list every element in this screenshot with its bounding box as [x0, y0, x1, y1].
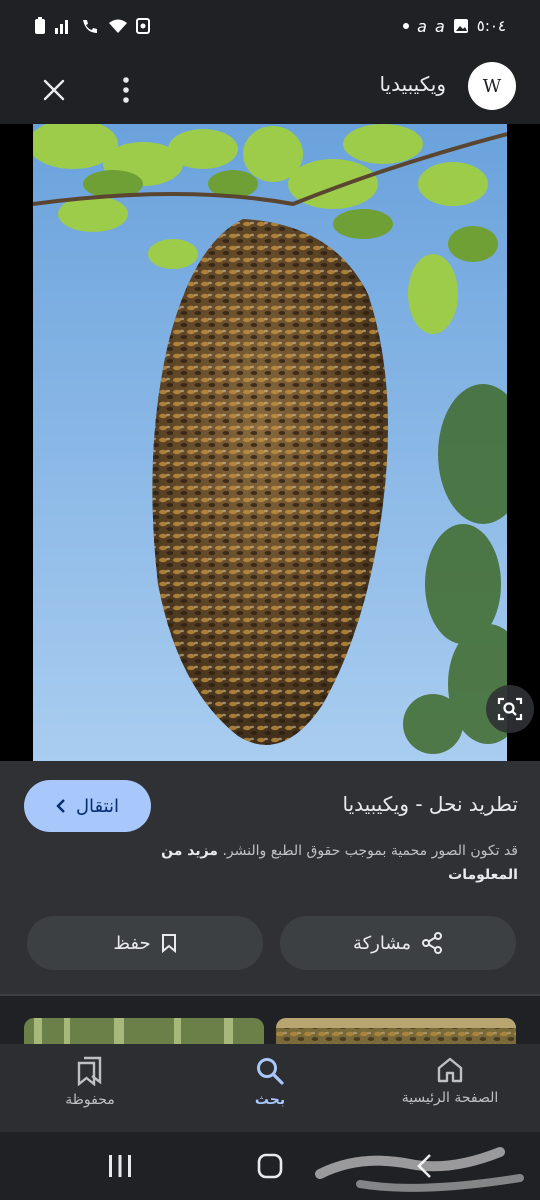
wifi-icon [109, 19, 127, 33]
status-icons-right: a a ٥:٠٤ [403, 17, 506, 36]
data-saver-icon [136, 18, 150, 34]
gallery-icon [453, 19, 468, 33]
recent-apps-icon [109, 1155, 131, 1177]
copyright-notice: قد تكون الصور محمية بموجب حقوق الطبع وال… [88, 839, 518, 887]
lens-search-icon [497, 697, 523, 721]
notification-icon: a [417, 16, 427, 36]
signal-icon [55, 20, 68, 34]
bookmarks-icon [77, 1056, 102, 1086]
close-button[interactable] [28, 64, 80, 116]
more-vertical-icon [123, 77, 129, 103]
clock: ٥:٠٤ [476, 17, 506, 35]
nav-saved[interactable]: محفوظة [15, 1056, 165, 1108]
more-options-button[interactable] [104, 64, 148, 116]
notice-text: قد تكون الصور محمية بموجب حقوق الطبع وال… [222, 843, 518, 859]
home-icon [437, 1057, 463, 1083]
share-icon [422, 932, 443, 954]
bookmark-icon [161, 934, 176, 953]
share-button[interactable]: مشاركة [280, 916, 516, 970]
site-name[interactable]: ويكيبيديا [379, 72, 446, 96]
status-bar: a a ٥:٠٤ [0, 0, 540, 52]
page-title: تطريد نحل - ويكيبيديا [342, 792, 518, 816]
top-bar: ويكيبيديا W [0, 52, 540, 124]
chevron-left-icon [56, 799, 65, 813]
nav-search[interactable]: بحث [195, 1056, 345, 1108]
nav-home-label: الصفحة الرئيسية [401, 1090, 499, 1106]
home-square-icon [257, 1153, 283, 1179]
wikipedia-logo[interactable]: W [468, 62, 516, 110]
bee-swarm-image[interactable] [33, 124, 507, 761]
nav-search-label: بحث [254, 1092, 286, 1108]
save-label: حفظ [113, 932, 151, 954]
nav-home[interactable]: الصفحة الرئيسية [375, 1056, 525, 1106]
photo-graphic [33, 124, 507, 761]
image-viewer [0, 124, 540, 761]
battery-icon [35, 17, 45, 34]
watermark-logo [315, 1147, 524, 1192]
nav-saved-label: محفوظة [65, 1092, 115, 1108]
related-images [0, 996, 540, 1044]
bottom-navigation: محفوظة بحث الصفحة الرئيسية [0, 1044, 540, 1132]
close-icon [43, 79, 65, 101]
notification-icon: a [434, 16, 445, 36]
related-image-thumbnail[interactable] [276, 1018, 516, 1044]
visit-button[interactable]: انتقال [24, 780, 151, 832]
related-image-thumbnail[interactable] [24, 1018, 264, 1044]
recent-apps-button[interactable] [100, 1148, 140, 1184]
visit-button-label: انتقال [75, 795, 120, 817]
call-icon [83, 20, 97, 33]
save-button[interactable]: حفظ [27, 916, 263, 970]
search-icon [257, 1058, 284, 1085]
home-button[interactable] [250, 1148, 290, 1184]
dot-icon [403, 23, 410, 29]
share-label: مشاركة [352, 932, 412, 954]
result-panel: انتقال تطريد نحل - ويكيبيديا قد تكون الص… [0, 761, 540, 995]
lens-search-button[interactable] [486, 685, 534, 733]
status-icons-left [34, 17, 150, 35]
